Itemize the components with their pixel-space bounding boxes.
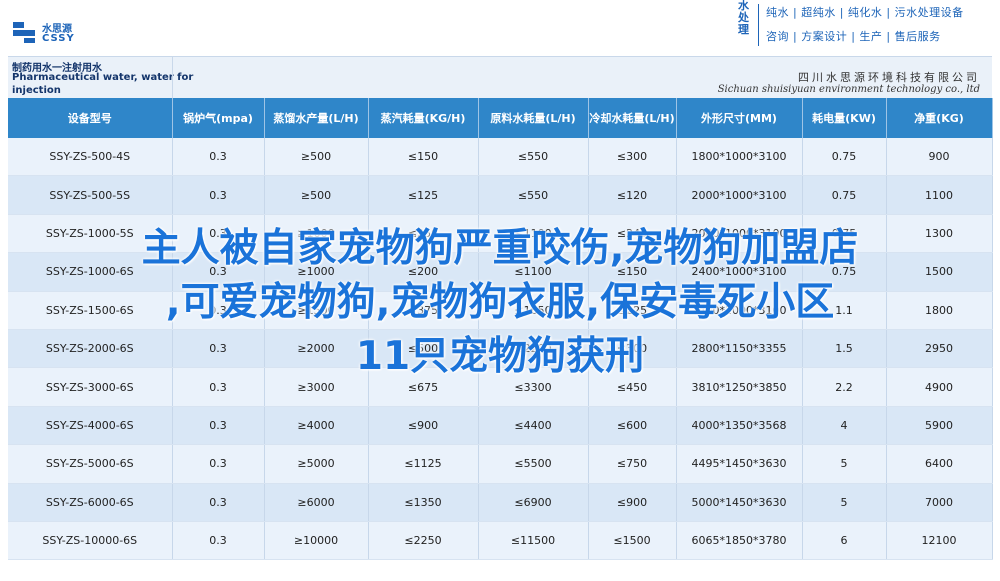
table-cell: ≤1125 xyxy=(368,444,479,484)
table-row[interactable]: SSY-ZS-10000-6S 0.3 ≥10000 ≤2250 ≤11500 ≤1500… xyxy=(8,521,993,561)
table-cell: 6065*1850*3780 xyxy=(676,521,803,561)
header-slogan: 水 处 理 纯水 | 超纯水 | 纯化水 | 污水处理设备 咨询 | 方案设计 … xyxy=(734,0,1000,50)
product-title-bar: 制药用水一注射用水 Pharmaceutical water, water fo… xyxy=(8,56,992,99)
table-cell: SSY-ZS-5000-6S xyxy=(8,444,173,484)
slogan-support-line: 咨询 | 方案设计 | 生产 | 售后服务 xyxy=(766,30,941,43)
table-cell: 5 xyxy=(802,483,887,522)
table-cell: ≥10000 xyxy=(264,521,369,561)
company-name-cn: 四川水思源环境科技有限公司 xyxy=(798,71,980,84)
table-cell: ≥500 xyxy=(264,138,369,177)
table-cell: 2000*1000*3100 xyxy=(676,175,803,215)
table-cell: 5000*1450*3630 xyxy=(676,483,803,522)
table-cell: ≤550 xyxy=(478,175,589,215)
table-cell: 4000*1350*3568 xyxy=(676,406,803,446)
table-cell: ≤150 xyxy=(368,138,479,177)
table-cell: ≤550 xyxy=(478,138,589,177)
table-cell: 0.3 xyxy=(172,483,265,522)
brand-name-en: CSSY xyxy=(42,33,75,44)
table-cell: 0.3 xyxy=(172,521,265,561)
table-cell: SSY-ZS-10000-6S xyxy=(8,521,173,561)
table-row[interactable]: SSY-ZS-500-5S 0.3 ≥500 ≤125 ≤550 ≤120 2000*100… xyxy=(8,175,993,215)
col-header-steam-consumption[interactable]: 蒸汽耗量(KG/H) xyxy=(368,98,479,138)
table-cell: ≤600 xyxy=(588,406,677,446)
table-cell: ≤125 xyxy=(368,175,479,215)
table-cell: 0.3 xyxy=(172,406,265,446)
table-cell: ≥500 xyxy=(264,175,369,215)
table-row[interactable]: SSY-ZS-500-4S 0.3 ≥500 ≤150 ≤550 ≤300 1800*100… xyxy=(8,138,993,177)
table-cell: 6400 xyxy=(886,444,993,484)
table-cell: 4495*1450*3630 xyxy=(676,444,803,484)
table-cell: 4 xyxy=(802,406,887,446)
slogan-divider xyxy=(758,4,759,46)
table-cell: ≤11500 xyxy=(478,521,589,561)
table-cell: 0.3 xyxy=(172,138,265,177)
col-header-net-weight[interactable]: 净重(KG) xyxy=(886,98,993,138)
table-cell: 7000 xyxy=(886,483,993,522)
col-header-distilled-output[interactable]: 蒸馏水产量(L/H) xyxy=(264,98,369,138)
title-divider xyxy=(172,57,173,99)
col-header-boiler-pressure[interactable]: 锅炉气(mpa) xyxy=(172,98,265,138)
company-name-en: Sichuan shuisiyuan environment technolog… xyxy=(717,84,980,95)
table-cell: ≤300 xyxy=(588,138,677,177)
col-header-cooling-water[interactable]: 冷却水耗量(L/H) xyxy=(588,98,677,138)
table-cell: 0.3 xyxy=(172,444,265,484)
table-cell: ≤1350 xyxy=(368,483,479,522)
product-name-en-cont: injection xyxy=(12,85,61,96)
table-cell: ≤900 xyxy=(588,483,677,522)
col-header-model[interactable]: 设备型号 xyxy=(8,98,173,138)
headline-line: 主人被自家宠物狗严重咬伤,宠物狗加盟店 xyxy=(141,226,859,271)
table-cell: 5 xyxy=(802,444,887,484)
table-cell: ≤6900 xyxy=(478,483,589,522)
headline-line: ,可爱宠物狗,宠物狗衣服,保安毒死小区 xyxy=(165,280,835,325)
slogan-vertical-char: 理 xyxy=(738,23,749,36)
table-cell: 6 xyxy=(802,521,887,561)
table-cell: SSY-ZS-4000-6S xyxy=(8,406,173,446)
table-cell: SSY-ZS-500-5S xyxy=(8,175,173,215)
table-cell: ≥4000 xyxy=(264,406,369,446)
table-cell: 1800*1000*3100 xyxy=(676,138,803,177)
table-cell: ≤120 xyxy=(588,175,677,215)
company-logo[interactable]: 水思源 CSSY xyxy=(12,18,122,48)
table-row[interactable]: SSY-ZS-4000-6S 0.3 ≥4000 ≤900 ≤4400 ≤600 4000*… xyxy=(8,406,993,446)
table-cell: ≤5500 xyxy=(478,444,589,484)
table-cell: ≤1500 xyxy=(588,521,677,561)
table-cell: 1100 xyxy=(886,175,993,215)
table-header-row: 设备型号 锅炉气(mpa) 蒸馏水产量(L/H) 蒸汽耗量(KG/H) 原料水耗… xyxy=(8,98,993,138)
headline-line: 11只宠物狗获刑 xyxy=(355,334,645,379)
table-cell: ≤2250 xyxy=(368,521,479,561)
table-row[interactable]: SSY-ZS-6000-6S 0.3 ≥6000 ≤1350 ≤6900 ≤900 5000… xyxy=(8,483,993,522)
table-cell: 0.75 xyxy=(802,175,887,215)
col-header-dimensions[interactable]: 外形尺寸(MM) xyxy=(676,98,803,138)
table-row[interactable]: SSY-ZS-5000-6S 0.3 ≥5000 ≤1125 ≤5500 ≤750 4495… xyxy=(8,444,993,484)
product-name-en: Pharmaceutical water, water for xyxy=(12,72,194,83)
table-cell: 0.75 xyxy=(802,138,887,177)
table-cell: ≤4400 xyxy=(478,406,589,446)
table-cell: 12100 xyxy=(886,521,993,561)
slogan-services-line: 纯水 | 超纯水 | 纯化水 | 污水处理设备 xyxy=(766,6,964,19)
table-cell: SSY-ZS-6000-6S xyxy=(8,483,173,522)
table-cell: ≥5000 xyxy=(264,444,369,484)
table-cell: ≤900 xyxy=(368,406,479,446)
table-cell: ≤750 xyxy=(588,444,677,484)
table-cell: 0.3 xyxy=(172,175,265,215)
logo-mark-icon xyxy=(13,22,35,43)
col-header-feed-water[interactable]: 原料水耗量(L/H) xyxy=(478,98,589,138)
table-cell: SSY-ZS-500-4S xyxy=(8,138,173,177)
slogan-vertical: 水 处 理 xyxy=(738,0,754,36)
overlay-headline[interactable]: 主人被自家宠物狗严重咬伤,宠物狗加盟店 ,可爱宠物狗,宠物狗衣服,保安毒死小区 … xyxy=(0,222,1000,384)
table-cell: 900 xyxy=(886,138,993,177)
table-cell: 5900 xyxy=(886,406,993,446)
col-header-power[interactable]: 耗电量(KW) xyxy=(802,98,887,138)
table-cell: ≥6000 xyxy=(264,483,369,522)
